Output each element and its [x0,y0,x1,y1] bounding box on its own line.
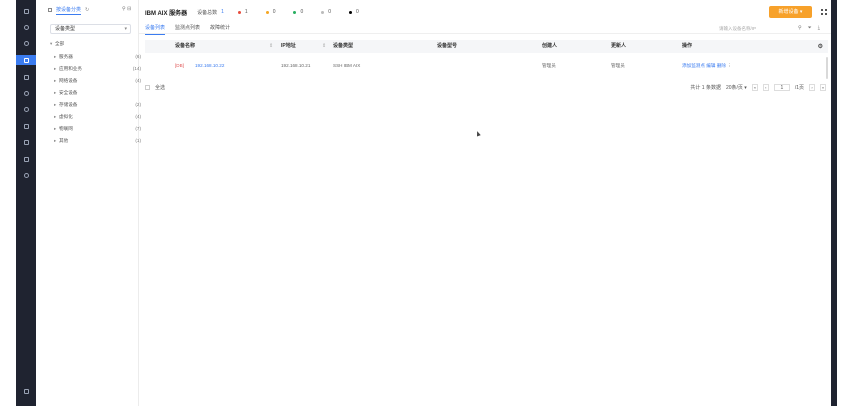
device-ip: 192.168.10.21 [281,63,311,68]
status-stat-normal[interactable]: 0 [293,9,303,15]
collapse-icon[interactable]: ⊟ [127,6,131,12]
last-page-button[interactable]: » [820,84,826,91]
page-number-input[interactable]: 1 [773,84,790,91]
status-dot [293,10,297,14]
table-tools: ⚲ ⏷ ⤓ [798,25,820,31]
edit-link[interactable]: 编辑 [706,63,715,68]
col-updater: 更新人 [611,43,627,49]
device-type-select[interactable]: 设备类型 ▾ [50,24,131,34]
delete-link[interactable]: 删除 [717,63,726,68]
tree-tab-title[interactable]: 按设备分类 [56,6,82,15]
col-creator: 创建人 [542,43,558,49]
layout-toggle-icon[interactable] [821,9,827,15]
app-frame: 按设备分类 ↻ ⚲ ⊟ 设备类型 ▾ ▾ 全部 ▸ 服务器 (6) ▸ 应用和业务 (14… [0,0,853,406]
total-count: 共计 1 条数据 [690,85,721,91]
next-page-button[interactable]: › [809,84,815,91]
table-footer: 全选 共计 1 条数据 20条/页 ▾ « ‹ 1 /1页 › » [145,84,828,94]
apps-icon[interactable] [16,6,36,16]
add-monitor-point-link[interactable]: 添加监测点 [682,63,705,68]
right-edge-strip [831,0,837,406]
col-device-name: 设备名称 [175,43,196,49]
status-dot [237,10,241,14]
server-list-icon[interactable] [16,55,36,65]
more-icon[interactable]: ⋮ [727,63,732,68]
left-nav-rail [16,0,36,406]
first-page-button[interactable]: « [751,84,758,91]
mouse-cursor [475,130,481,137]
page-size-select[interactable]: 20条/页 ▾ [726,84,747,91]
device-creator: 管理员 [542,63,556,68]
table-row[interactable]: [DB] 192.168.10.22 192.168.10.21 SSH IBM… [145,57,828,77]
server-icon[interactable] [16,72,36,82]
sort-icon[interactable]: ⇕ [322,40,326,53]
tab-divider [139,33,832,34]
settings-icon[interactable] [16,170,36,180]
chart-icon[interactable] [16,137,36,147]
refresh-icon[interactable]: ↻ [85,7,89,13]
select-all-label: 全选 [155,85,166,91]
status-dot [349,10,353,14]
page-total: /1页 [794,85,804,91]
main-content: IBM AIX 服务器 设备总数 1 1 0 0 0 0 新增设备 ▾ 设备列表… [139,0,832,406]
chevron-down-icon: ▾ [124,26,127,32]
header-bar: IBM AIX 服务器 设备总数 1 1 0 0 0 0 [145,6,377,18]
status-dot [321,10,325,14]
col-ip: IP地址 [281,43,296,49]
device-name-link[interactable]: 192.168.10.22 [195,63,224,68]
page-title: IBM AIX 服务器 [145,10,188,17]
device-updater: 管理员 [611,63,625,68]
category-tree-panel: 按设备分类 ↻ ⚲ ⊟ 设备类型 ▾ ▾ 全部 ▸ 服务器 (6) ▸ 应用和业务 (14… [36,0,141,406]
search-icon[interactable]: ⚲ [798,25,802,31]
col-device-type: 设备类型 [333,43,354,49]
select-value: 设备类型 [55,26,76,32]
status-stat-warning[interactable]: 0 [265,9,275,15]
select-all-checkbox[interactable] [145,85,150,90]
search-input[interactable]: 请输入设备名称/IP [719,24,795,33]
add-device-button[interactable]: 新增设备 ▾ [769,6,812,18]
monitor-icon[interactable] [16,22,36,32]
gear-icon[interactable]: ⚙ [818,43,823,50]
pagination: 共计 1 条数据 20条/页 ▾ « ‹ 1 /1页 › » [690,84,826,91]
download-icon[interactable]: ⤓ [818,25,820,31]
device-type: SSH IBM AIX [333,63,361,68]
filter-icon[interactable]: ⏷ [808,25,812,31]
device-tag: [DB] [175,63,184,68]
folder-icon [48,8,52,12]
sort-icon[interactable]: ⇕ [269,40,273,53]
device-count-label: 设备总数 [197,9,218,16]
search-icon[interactable] [16,38,36,48]
col-device-model: 设备型号 [437,43,458,49]
device-count: 1 [221,9,224,15]
table-header: 设备名称 ⇕ IP地址 ⇕ 设备类型 设备型号 创建人 更新人 操作 ⚙ [145,40,828,53]
globe-icon[interactable] [16,88,36,98]
modules-icon[interactable] [16,154,36,164]
bell-icon[interactable] [16,104,36,114]
vertical-scrollbar[interactable] [826,57,828,79]
status-stat-unknown[interactable]: 0 [321,9,331,15]
status-stat-critical[interactable]: 1 [237,9,248,15]
prev-page-button[interactable]: ‹ [762,84,769,91]
row-actions: 添加监测点 编辑 删除 ⋮ [682,63,732,69]
search-icon[interactable]: ⚲ [122,6,126,12]
status-stat-offline[interactable]: 0 [349,9,359,15]
shield-icon[interactable] [16,121,36,131]
tree-tools: ⚲ ⊟ [122,6,131,12]
status-dot [265,10,269,14]
menu-icon[interactable] [16,386,36,396]
col-actions: 操作 [682,43,693,49]
tree-header: 按设备分类 ↻ [48,6,89,15]
